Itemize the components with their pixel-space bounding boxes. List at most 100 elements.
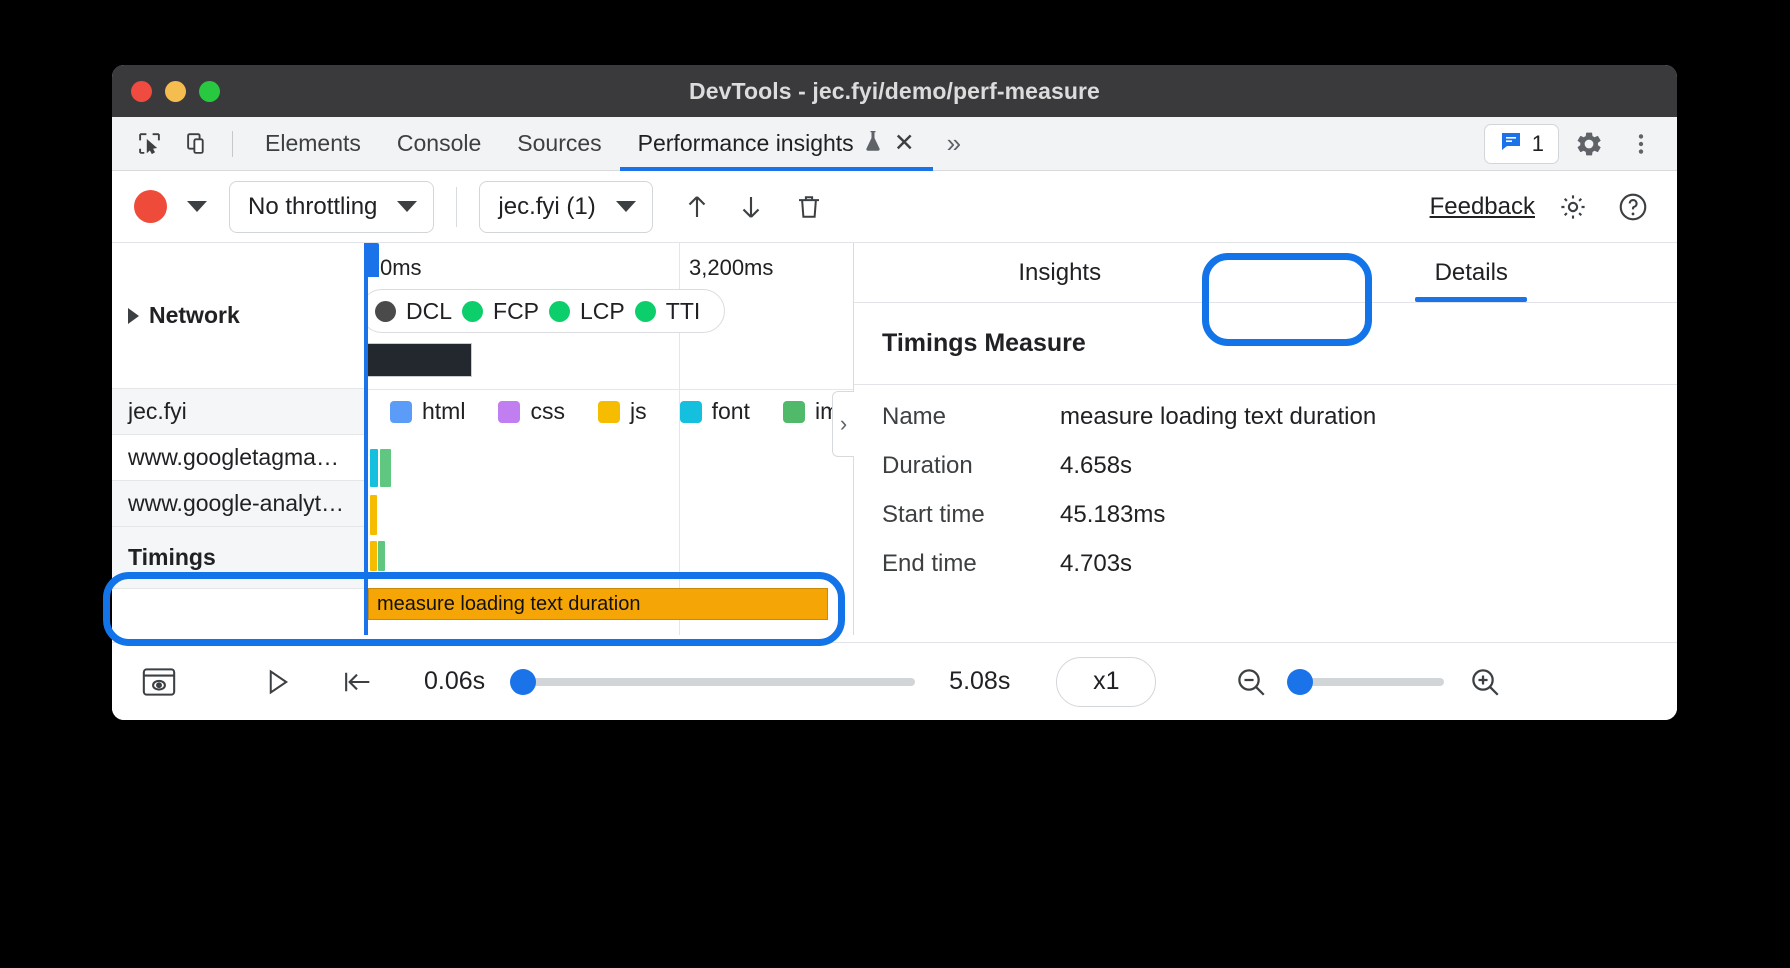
window-title: DevTools - jec.fyi/demo/perf-measure [112, 78, 1677, 105]
tab-insights[interactable]: Insights [854, 243, 1266, 302]
gear-icon[interactable] [1567, 122, 1611, 166]
target-select[interactable]: jec.fyi (1) [479, 181, 652, 233]
timings-measure-bar[interactable]: measure loading text duration [368, 588, 828, 620]
upload-icon[interactable] [675, 185, 719, 229]
gear-icon[interactable] [1551, 185, 1595, 229]
tab-performance-insights[interactable]: Performance insights ✕ [620, 117, 933, 171]
screenshot-toggle-icon[interactable] [134, 657, 184, 707]
legend-item-css: css [498, 398, 565, 425]
tab-sources[interactable]: Sources [499, 117, 619, 171]
marker-fcp-dot [462, 301, 483, 322]
tab-insights-label: Insights [1018, 259, 1101, 287]
js-swatch-icon [598, 401, 620, 423]
font-swatch-icon [680, 401, 702, 423]
legend-label-css: css [530, 398, 565, 425]
close-icon[interactable]: ✕ [894, 131, 915, 156]
play-icon[interactable] [252, 657, 302, 707]
chevron-down-icon [616, 201, 636, 212]
track-label-jec-fyi: jec.fyi [128, 398, 187, 425]
network-bar-googletagmanager[interactable] [370, 495, 377, 535]
html-swatch-icon [390, 401, 412, 423]
kebab-menu-icon[interactable] [1619, 122, 1663, 166]
details-rows: Name measure loading text duration Durat… [854, 385, 1677, 599]
marker-lcp-label: LCP [580, 298, 625, 325]
tab-performance-insights-label: Performance insights [638, 130, 854, 157]
collapse-sidebar-handle[interactable]: › [832, 391, 854, 457]
tab-console-label: Console [397, 130, 481, 157]
record-options-chevron-down-icon[interactable] [187, 201, 207, 212]
tab-elements[interactable]: Elements [247, 117, 379, 171]
feedback-link[interactable]: Feedback [1430, 193, 1535, 221]
network-bar-google-analytics-a[interactable] [370, 541, 377, 571]
jump-to-start-icon[interactable] [332, 657, 382, 707]
more-tabs-icon[interactable]: » [933, 128, 975, 159]
tab-console[interactable]: Console [379, 117, 499, 171]
zoom-in-icon[interactable] [1460, 657, 1510, 707]
target-value: jec.fyi (1) [498, 193, 595, 221]
legend-label-js: js [630, 398, 647, 425]
network-bar-jec-fyi-b[interactable] [380, 449, 391, 487]
time-range-slider[interactable] [515, 678, 915, 686]
track-label-gutter: Network jec.fyi www.googletagma… www.goo… [112, 243, 364, 635]
legend-item-html: html [390, 398, 465, 425]
css-swatch-icon [498, 401, 520, 423]
inspect-element-icon[interactable] [128, 124, 170, 164]
chevron-down-icon [397, 201, 417, 212]
timeline-pane[interactable]: 0ms 3,200ms DCL FCP LCP TTI [112, 243, 854, 635]
network-bar-jec-fyi-a[interactable] [370, 449, 378, 487]
marker-tti-label: TTI [666, 298, 701, 325]
device-toolbar-icon[interactable] [176, 124, 218, 164]
issues-button[interactable]: 1 [1484, 124, 1559, 164]
filmstrip-screenshot[interactable] [367, 343, 472, 377]
zoom-out-icon[interactable] [1226, 657, 1276, 707]
track-label-google-analytics: www.google-analyt… [128, 490, 344, 517]
playback-speed-button[interactable]: x1 [1056, 657, 1156, 707]
time-range-slider-knob[interactable] [510, 669, 536, 695]
throttling-value: No throttling [248, 193, 377, 221]
track-row-network[interactable]: Network [112, 243, 364, 389]
track-label-network: Network [149, 302, 240, 329]
tab-details[interactable]: Details [1266, 243, 1678, 302]
flask-icon [863, 129, 883, 159]
detail-key-name: Name [882, 403, 1060, 431]
chevron-right-icon[interactable] [128, 308, 139, 324]
track-row-timings[interactable]: Timings [112, 527, 364, 589]
detail-row-name: Name measure loading text duration [854, 403, 1677, 452]
details-pane: › Insights Details Timings Measure Name … [854, 243, 1677, 635]
toolbar-divider [456, 187, 457, 227]
ruler-tick-1: 3,200ms [689, 255, 773, 281]
tab-sources-label: Sources [517, 130, 601, 157]
trash-icon[interactable] [787, 185, 831, 229]
zoom-slider[interactable] [1292, 678, 1444, 686]
legend-item-js: js [598, 398, 647, 425]
legend-label-html: html [422, 398, 465, 425]
detail-key-start-time: Start time [882, 501, 1060, 529]
track-row-googletagmanager[interactable]: www.googletagma… [112, 435, 364, 481]
marker-fcp-label: FCP [493, 298, 539, 325]
timeline-markers-pill: DCL FCP LCP TTI [360, 289, 725, 333]
throttling-select[interactable]: No throttling [229, 181, 434, 233]
detail-value-end-time: 4.703s [1060, 550, 1132, 578]
marker-dcl-dot [375, 301, 396, 322]
detail-value-duration: 4.658s [1060, 452, 1132, 480]
detail-row-start-time: Start time 45.183ms [854, 501, 1677, 550]
track-row-google-analytics[interactable]: www.google-analyt… [112, 481, 364, 527]
help-icon[interactable] [1611, 185, 1655, 229]
tabstrip-right-actions: 1 [1484, 122, 1677, 166]
detail-key-duration: Duration [882, 452, 1060, 480]
network-bar-google-analytics-b[interactable] [378, 541, 385, 571]
image-swatch-icon [783, 401, 805, 423]
record-button[interactable] [134, 190, 167, 223]
performance-toolbar: No throttling jec.fyi (1) [112, 171, 1677, 243]
legend-item-font: font [680, 398, 750, 425]
details-title: Timings Measure [854, 303, 1677, 385]
timings-measure-label: measure loading text duration [377, 593, 641, 616]
track-label-timings: Timings [128, 544, 216, 571]
download-icon[interactable] [729, 185, 773, 229]
track-row-jec-fyi[interactable]: jec.fyi [112, 389, 364, 435]
playhead-line[interactable] [364, 243, 368, 635]
zoom-slider-knob[interactable] [1287, 669, 1313, 695]
details-pane-tabs: Insights Details [854, 243, 1677, 303]
track-label-googletagmanager: www.googletagma… [128, 444, 339, 471]
screenshot-root: DevTools - jec.fyi/demo/perf-measure Ele… [0, 0, 1790, 968]
